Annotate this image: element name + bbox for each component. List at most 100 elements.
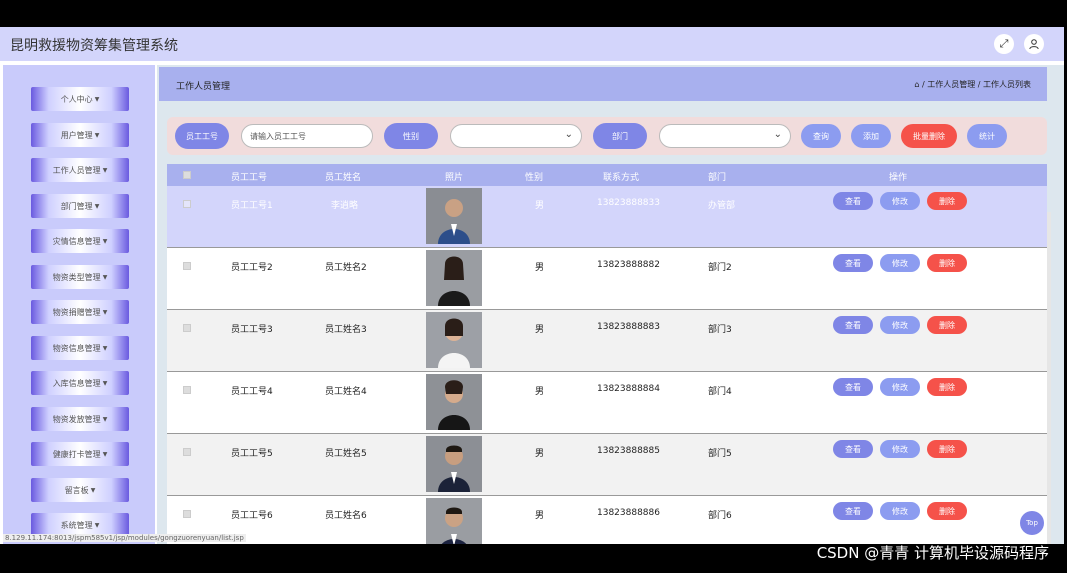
app-title: 昆明救援物资筹集管理系统: [10, 38, 178, 54]
row-checkbox[interactable]: [183, 386, 191, 394]
select-all-checkbox[interactable]: [183, 171, 191, 179]
view-button[interactable]: 查看: [833, 254, 873, 272]
delete-button[interactable]: 删除: [927, 502, 967, 520]
staff-photo: [426, 312, 482, 368]
cell-gender: 男: [535, 387, 545, 397]
table-row[interactable]: 员工工号3 员工姓名3 男 13823888883 部门3 查看 修改 删除: [167, 310, 1047, 372]
dept-select[interactable]: ⌄: [659, 124, 791, 148]
chevron-down-icon: ⌄: [564, 129, 573, 140]
query-button[interactable]: 查询: [801, 124, 841, 148]
gender-select[interactable]: ⌄: [450, 124, 582, 148]
search-bar: 员工工号 请输入员工工号 性别 ⌄ 部门 ⌄ 查询 添加 批量删除 统计: [167, 117, 1047, 155]
sidebar-item-staff[interactable]: 工作人员管理 ▼: [31, 158, 129, 182]
staff-table: 员工工号 员工姓名 照片 性别 联系方式 部门 操作 员工工号1 李逍略 男 1…: [167, 164, 1047, 544]
sidebar-item-message-board[interactable]: 留言板 ▼: [31, 478, 129, 502]
edit-button[interactable]: 修改: [880, 378, 920, 396]
view-button[interactable]: 查看: [833, 440, 873, 458]
status-url: 8.129.11.174:8013/jspm585v1/jsp/modules/…: [3, 534, 246, 542]
staff-photo: [426, 436, 482, 492]
batch-delete-button[interactable]: 批量删除: [901, 124, 957, 148]
cell-emp-id: 员工工号5: [231, 449, 273, 459]
delete-button[interactable]: 删除: [927, 192, 967, 210]
cell-name: 李逍略: [331, 201, 359, 211]
caret-down-icon: ▼: [102, 415, 108, 423]
edit-button[interactable]: 修改: [880, 316, 920, 334]
cell-dept: 部门6: [708, 511, 732, 521]
delete-button[interactable]: 删除: [927, 254, 967, 272]
col-gender[interactable]: 性别: [525, 170, 543, 183]
sidebar-item-distribution[interactable]: 物资发放管理 ▼: [31, 407, 129, 431]
edit-button[interactable]: 修改: [880, 192, 920, 210]
caret-down-icon: ▼: [94, 202, 100, 210]
sidebar-item-users[interactable]: 用户管理 ▼: [31, 123, 129, 147]
fullscreen-icon[interactable]: ⤢: [994, 34, 1014, 54]
cell-dept: 部门3: [708, 325, 732, 335]
sidebar-item-health-checkin[interactable]: 健康打卡管理 ▼: [31, 442, 129, 466]
sidebar-item-stock-in[interactable]: 入库信息管理 ▼: [31, 371, 129, 395]
cell-dept: 部门5: [708, 449, 732, 459]
emp-id-label: 员工工号: [175, 123, 229, 149]
stats-button[interactable]: 统计: [967, 124, 1007, 148]
cell-emp-id: 员工工号4: [231, 387, 273, 397]
sidebar-item-departments[interactable]: 部门管理 ▼: [31, 194, 129, 218]
sidebar-item-donations[interactable]: 物资捐赠管理 ▼: [31, 300, 129, 324]
delete-button[interactable]: 删除: [927, 316, 967, 334]
row-checkbox[interactable]: [183, 200, 191, 208]
edit-button[interactable]: 修改: [880, 254, 920, 272]
caret-down-icon: ▼: [102, 450, 108, 458]
col-phone[interactable]: 联系方式: [603, 170, 639, 183]
cell-dept: 部门4: [708, 387, 732, 397]
cell-name: 员工姓名6: [325, 511, 367, 521]
staff-photo: [426, 188, 482, 244]
row-checkbox[interactable]: [183, 324, 191, 332]
cell-emp-id: 员工工号2: [231, 263, 273, 273]
cell-name: 员工姓名2: [325, 263, 367, 273]
add-button[interactable]: 添加: [851, 124, 891, 148]
caret-down-icon: ▼: [102, 166, 108, 174]
page-title: 工作人员管理: [176, 82, 231, 92]
home-icon[interactable]: ⌂: [914, 80, 919, 89]
scrollbar[interactable]: [1047, 212, 1051, 544]
col-emp-id[interactable]: 员工工号: [231, 170, 267, 183]
row-checkbox[interactable]: [183, 262, 191, 270]
cell-name: 员工姓名5: [325, 449, 367, 459]
view-button[interactable]: 查看: [833, 316, 873, 334]
table-row[interactable]: 员工工号5 员工姓名5 男 13823888885 部门5 查看 修改 删除: [167, 434, 1047, 496]
cell-name: 员工姓名4: [325, 387, 367, 397]
view-button[interactable]: 查看: [833, 378, 873, 396]
table-header: 员工工号 员工姓名 照片 性别 联系方式 部门 操作: [167, 164, 1047, 186]
table-row[interactable]: 员工工号1 李逍略 男 13823888833 办管部 查看 修改 删除: [167, 186, 1047, 248]
table-row[interactable]: 员工工号6 员工姓名6 男 13823888886 部门6 查看 修改 删除: [167, 496, 1047, 544]
back-to-top-button[interactable]: Top: [1020, 511, 1044, 535]
cell-phone: 13823888833: [597, 198, 660, 208]
col-actions: 操作: [889, 173, 908, 183]
row-checkbox[interactable]: [183, 448, 191, 456]
col-name[interactable]: 员工姓名: [325, 170, 361, 183]
sidebar-item-disaster-info[interactable]: 灾情信息管理 ▼: [31, 229, 129, 253]
caret-down-icon: ▼: [102, 308, 108, 316]
emp-id-input[interactable]: 请输入员工工号: [241, 124, 373, 148]
sidebar-item-supply-info[interactable]: 物资信息管理 ▼: [31, 336, 129, 360]
sidebar-item-personal[interactable]: 个人中心 ▼: [31, 87, 129, 111]
edit-button[interactable]: 修改: [880, 440, 920, 458]
user-icon[interactable]: [1024, 34, 1044, 54]
view-button[interactable]: 查看: [833, 502, 873, 520]
edit-button[interactable]: 修改: [880, 502, 920, 520]
caret-down-icon: ▼: [102, 344, 108, 352]
row-checkbox[interactable]: [183, 510, 191, 518]
cell-emp-id: 员工工号3: [231, 325, 273, 335]
caret-down-icon: ▼: [102, 379, 108, 387]
cell-name: 员工姓名3: [325, 325, 367, 335]
col-dept[interactable]: 部门: [708, 170, 726, 183]
table-row[interactable]: 员工工号4 员工姓名4 男 13823888884 部门4 查看 修改 删除: [167, 372, 1047, 434]
cell-gender: 男: [535, 325, 545, 335]
delete-button[interactable]: 删除: [927, 378, 967, 396]
delete-button[interactable]: 删除: [927, 440, 967, 458]
sidebar-item-supply-types[interactable]: 物资类型管理 ▼: [31, 265, 129, 289]
table-row[interactable]: 员工工号2 员工姓名2 男 13823888882 部门2 查看 修改 删除: [167, 248, 1047, 310]
cell-gender: 男: [535, 449, 545, 459]
staff-photo: [426, 250, 482, 306]
view-button[interactable]: 查看: [833, 192, 873, 210]
breadcrumb: ⌂ / 工作人员管理 / 工作人员列表: [914, 80, 1031, 89]
cell-phone: 13823888885: [597, 446, 660, 456]
